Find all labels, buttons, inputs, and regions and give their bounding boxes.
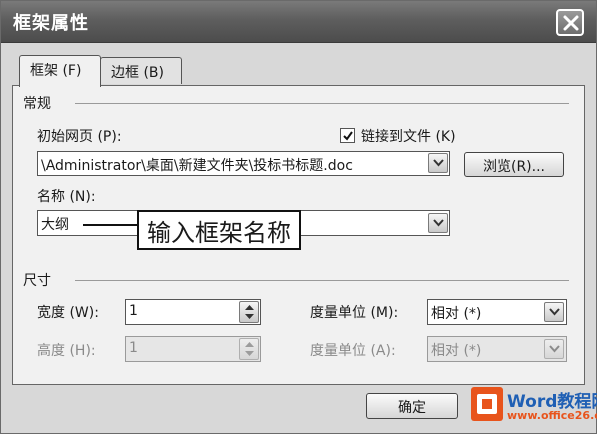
- initial-page-field[interactable]: \Administrator\桌面\新建文件夹\投标书标题.doc: [37, 151, 450, 176]
- tab-frame[interactable]: 框架 (F): [19, 55, 101, 87]
- chevron-down-icon: [433, 219, 444, 227]
- title-bar[interactable]: 框架属性: [1, 1, 596, 43]
- spinner-arrows-icon: [245, 305, 254, 319]
- check-icon: [343, 131, 353, 141]
- office-logo-icon: [471, 387, 503, 421]
- callout-leader-line: [83, 224, 138, 226]
- width-label: 宽度 (W):: [37, 305, 99, 321]
- frame-name-value: 大纲: [41, 217, 69, 233]
- callout-annotation: 输入框架名称: [137, 210, 301, 250]
- tab-borders-label: 边框 (B): [111, 65, 164, 81]
- frame-tab-panel: 常规 初始网页 (P): 链接到文件 (K) \Administrator\桌面…: [12, 85, 585, 385]
- height-label: 高度 (H):: [37, 343, 96, 359]
- close-button[interactable]: [556, 9, 584, 36]
- width-unit-value: 相对 (*): [431, 306, 482, 322]
- name-label: 名称 (N):: [37, 189, 96, 205]
- initial-page-value: \Administrator\桌面\新建文件夹\投标书标题.doc: [41, 158, 353, 174]
- ok-button-label: 确定: [398, 400, 426, 416]
- spinner-arrows-icon: [245, 342, 254, 356]
- width-value: 1: [129, 303, 138, 319]
- initial-page-label: 初始网页 (P):: [37, 129, 122, 145]
- general-divider: [75, 103, 569, 104]
- tab-frame-label: 框架 (F): [30, 63, 82, 79]
- callout-text: 输入框架名称: [147, 219, 291, 247]
- link-to-file-label: 链接到文件 (K): [361, 129, 456, 145]
- ok-button[interactable]: 确定: [366, 393, 458, 419]
- height-unit-dropdown-button[interactable]: [544, 339, 564, 359]
- size-section-title: 尺寸: [23, 273, 51, 289]
- height-value: 1: [129, 340, 138, 356]
- browse-button-label: 浏览(R)...: [482, 159, 545, 175]
- chevron-down-icon: [549, 345, 560, 353]
- tab-borders[interactable]: 边框 (B): [100, 57, 182, 84]
- dialog-title: 框架属性: [13, 13, 89, 34]
- chevron-down-icon: [549, 308, 560, 316]
- initial-page-dropdown-button[interactable]: [428, 153, 448, 173]
- size-divider: [75, 280, 569, 281]
- general-section-title: 常规: [23, 96, 51, 112]
- frame-properties-dialog: 框架属性 框架 (F) 边框 (B) 常规 初始网页 (P): 链接到文件 (K…: [0, 0, 597, 434]
- frame-name-dropdown-button[interactable]: [428, 213, 448, 233]
- watermark-url: www.office26.com: [507, 409, 597, 422]
- height-unit-label: 度量单位 (A):: [310, 343, 396, 359]
- width-spinner[interactable]: [239, 301, 259, 323]
- width-unit-label: 度量单位 (M):: [310, 305, 399, 321]
- close-icon: [563, 15, 579, 31]
- width-unit-dropdown-button[interactable]: [544, 302, 564, 322]
- browse-button[interactable]: 浏览(R)...: [464, 152, 564, 177]
- height-unit-value: 相对 (*): [431, 343, 482, 359]
- height-spinner[interactable]: [239, 338, 259, 360]
- link-to-file-checkbox[interactable]: [340, 128, 355, 143]
- chevron-down-icon: [433, 159, 444, 167]
